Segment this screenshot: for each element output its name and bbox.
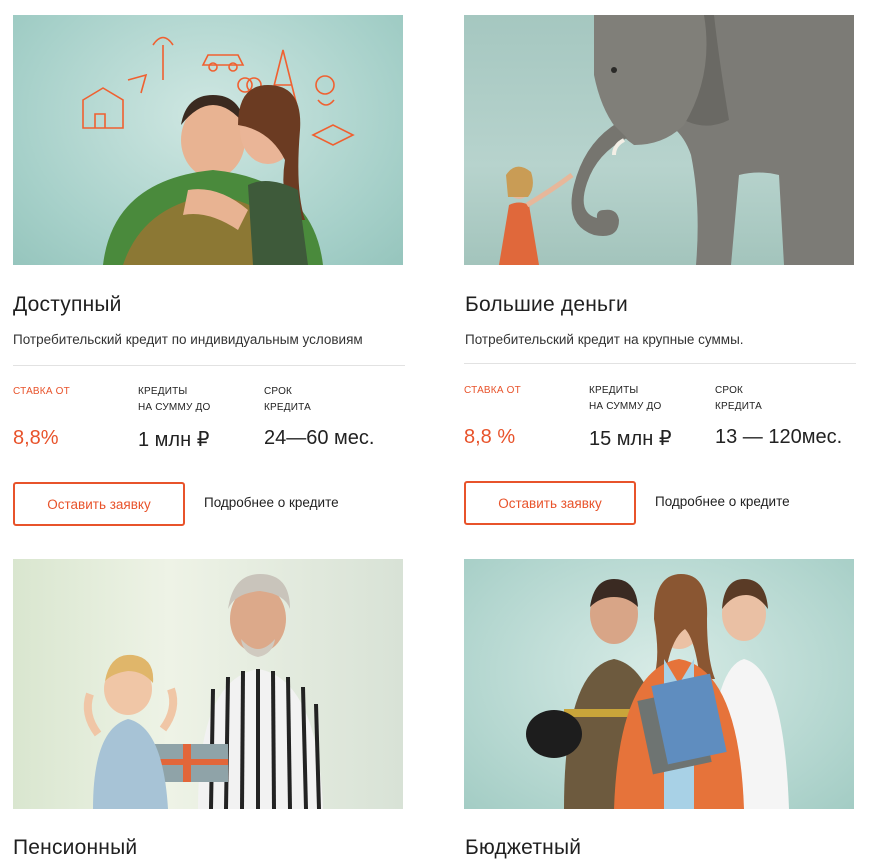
amount-value: 1 млн ₽ <box>138 429 210 451</box>
card-divider <box>464 363 856 364</box>
apply-button[interactable]: Оставить заявку <box>13 482 185 526</box>
term-label: Срок кредита <box>264 386 311 413</box>
elephant-illustration <box>499 15 854 265</box>
loan-card-byudzhetny: Бюджетный <box>464 559 856 859</box>
couple-photo[interactable] <box>13 15 403 265</box>
workers-illustration <box>526 574 789 809</box>
amount-label: Кредиты на сумму до <box>589 385 662 412</box>
rate-label: Ставка от <box>13 386 70 397</box>
loan-card-dostupny: Доступный Потребительский кредит по инди… <box>13 15 405 526</box>
couple-illustration <box>82 36 355 265</box>
elephant-photo[interactable] <box>464 15 854 265</box>
workers-photo[interactable] <box>464 559 854 809</box>
amount-label: Кредиты на сумму до <box>138 386 211 413</box>
rate-value: 8,8 % <box>464 426 516 448</box>
card-title[interactable]: Бюджетный <box>465 836 581 860</box>
amount-value: 15 млн ₽ <box>589 428 672 450</box>
more-about-loan-link[interactable]: Подробнее о кредите <box>655 494 790 509</box>
card-subtitle: Потребительский кредит на крупные суммы. <box>465 332 744 347</box>
apply-button[interactable]: Оставить заявку <box>464 481 636 525</box>
card-title[interactable]: Большие деньги <box>465 293 628 317</box>
card-subtitle: Потребительский кредит по индивидуальным… <box>13 332 363 347</box>
term-value: 13 — 120мес. <box>715 426 843 448</box>
loan-card-pensionny: Пенсионный <box>13 559 405 859</box>
card-divider <box>13 365 405 366</box>
loan-card-bolshie-dengi: Большие деньги Потребительский кредит на… <box>464 15 856 525</box>
term-value: 24—60 мес. <box>264 427 375 449</box>
rate-label: Ставка от <box>464 385 521 396</box>
rate-value: 8,8% <box>13 427 59 449</box>
card-title[interactable]: Доступный <box>13 293 122 317</box>
more-about-loan-link[interactable]: Подробнее о кредите <box>204 495 339 510</box>
term-label: Срок кредита <box>715 385 762 412</box>
grandfather-illustration <box>83 574 323 809</box>
grandfather-photo[interactable] <box>13 559 403 809</box>
card-title[interactable]: Пенсионный <box>13 836 137 860</box>
